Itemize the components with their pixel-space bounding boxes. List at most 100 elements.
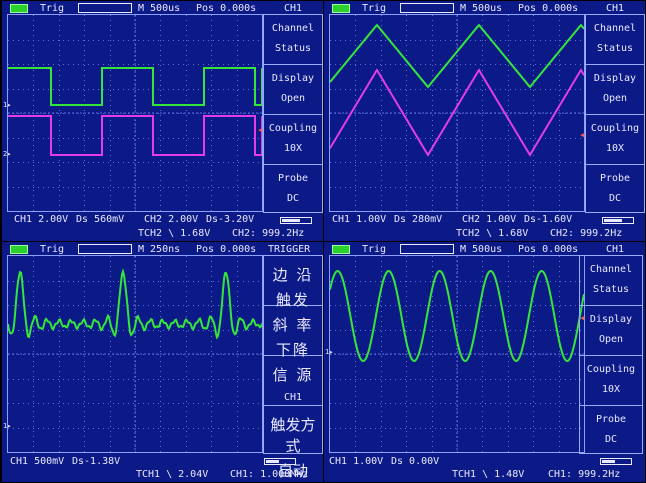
- menu-value: Status: [596, 43, 634, 54]
- battery-icon: [10, 245, 28, 254]
- frequency-readout: CH2: 999.2Hz: [232, 228, 305, 239]
- ch1-offset: Ds-1.38V: [72, 456, 121, 467]
- position: Pos 0.000s: [196, 3, 257, 14]
- battery-icon: [10, 4, 28, 13]
- ch1-scale: CH1 1.00V: [332, 214, 387, 225]
- side-menu: Channel Status Display Open Coupling 10X Pr…: [263, 14, 323, 213]
- menu-value: Status: [592, 284, 630, 295]
- menu-item-channel-status[interactable]: Channel Status: [264, 15, 322, 65]
- menu-item-coupling[interactable]: Coupling 10X: [586, 115, 644, 165]
- plot-area: [7, 255, 263, 453]
- trigger-info: TCH1 \ 2.04V: [136, 469, 209, 480]
- menu-item-probe[interactable]: Probe DC: [264, 165, 322, 212]
- frequency-readout: CH1: 999.2Hz: [548, 469, 621, 480]
- menu-value: Open: [598, 334, 624, 345]
- plot-area: [7, 14, 263, 212]
- ch1-scale: CH1 500mV: [10, 456, 65, 467]
- menu-item-display[interactable]: Display Open: [586, 65, 644, 115]
- menu-item-source[interactable]: 信 源 CH1: [264, 356, 322, 406]
- level-bar: [264, 458, 296, 465]
- ch1-marker: 1▸: [3, 101, 12, 109]
- menu-item-coupling[interactable]: Coupling 10X: [580, 356, 642, 406]
- waveform-display: [329, 15, 585, 211]
- ch1-scale: CH1 2.00V: [14, 214, 69, 225]
- scope-screen-2: Trig M 500us Pos 0.000s CH1 ◀ Channel Sta…: [324, 1, 645, 241]
- trigger-waveform-icon: [78, 244, 132, 254]
- menu-label: 边 沿: [272, 266, 314, 284]
- ch1-offset: Ds 560mV: [76, 214, 125, 225]
- level-bar: [600, 458, 632, 465]
- menu-value: DC: [608, 193, 622, 204]
- menu-item-probe[interactable]: Probe DC: [586, 165, 644, 212]
- menu-item-channel-status[interactable]: Channel Status: [580, 256, 642, 306]
- menu-channel-title: CH1: [606, 244, 625, 255]
- menu-value: Open: [602, 93, 628, 104]
- ch2-scale: CH2 1.00V: [462, 214, 517, 225]
- menu-item-trigger-mode[interactable]: 触发方式 自动: [264, 406, 322, 480]
- menu-value: DC: [604, 434, 618, 445]
- menu-label: Coupling: [268, 123, 318, 134]
- trigger-status: Trig: [40, 3, 65, 14]
- level-bar-fill: [266, 460, 279, 463]
- menu-value: 10X: [605, 143, 625, 154]
- position: Pos 0.000s: [196, 244, 257, 255]
- menu-label: Channel: [271, 23, 315, 34]
- battery-icon: [332, 245, 350, 254]
- position: Pos 0.000s: [518, 3, 579, 14]
- menu-label: Coupling: [586, 364, 636, 375]
- ch2-marker: 2▸: [3, 150, 12, 158]
- scope-screen-3: Trig M 250ns Pos 0.000s TRIGGER 1▸ 边 沿触发…: [2, 242, 323, 482]
- menu-item-display[interactable]: Display Open: [264, 65, 322, 115]
- trigger-level-marker: ◀: [580, 131, 585, 139]
- menu-label: Probe: [599, 173, 631, 184]
- menu-item-coupling[interactable]: Coupling 10X: [264, 115, 322, 165]
- ch1-marker: 1▸: [3, 422, 12, 430]
- menu-value: 10X: [283, 143, 303, 154]
- menu-channel-title: CH1: [284, 3, 303, 14]
- waveform-display: [329, 256, 585, 452]
- menu-item-probe[interactable]: Probe DC: [580, 406, 642, 453]
- menu-label: Channel: [593, 23, 637, 34]
- trigger-info: TCH2 \ 1.68V: [138, 228, 211, 239]
- frequency-readout: CH2: 999.2Hz: [550, 228, 623, 239]
- trigger-level-marker: ◀: [258, 126, 263, 134]
- trigger-waveform-icon: [400, 244, 454, 254]
- level-bar-fill: [282, 219, 300, 222]
- side-menu: 边 沿触发 斜 率下降 信 源 CH1 触发方式 自动: [263, 255, 323, 480]
- trigger-info: TCH1 \ 1.48V: [452, 469, 525, 480]
- menu-label: Display: [593, 73, 637, 84]
- menu-value: DC: [286, 193, 300, 204]
- menu-channel-title: CH1: [606, 3, 625, 14]
- menu-item-display[interactable]: Display Open: [580, 306, 642, 356]
- timebase: M 500us: [460, 3, 503, 14]
- menu-label: Channel: [589, 264, 633, 275]
- battery-icon: [332, 4, 350, 13]
- timebase: M 500us: [460, 244, 503, 255]
- menu-value: CH1: [283, 392, 303, 403]
- ch2-offset: Ds-1.60V: [524, 214, 573, 225]
- menu-label: 斜 率: [272, 316, 314, 334]
- ch1-offset: Ds 280mV: [394, 214, 443, 225]
- scope-screen-1: Trig M 500us Pos 0.000s CH1 1▸ 2▸ ◀ Chan…: [2, 1, 323, 241]
- trigger-waveform-icon: [400, 3, 454, 13]
- plot-area: [329, 14, 585, 212]
- level-bar: [280, 217, 312, 224]
- level-bar-fill: [602, 460, 615, 463]
- menu-item-trigger-type[interactable]: 边 沿触发: [264, 256, 322, 309]
- menu-label: Display: [271, 73, 315, 84]
- level-bar: [602, 217, 634, 224]
- scope-screen-4: Trig M 500us Pos 0.000s CH1 1▸ ◀ Channel…: [324, 242, 645, 482]
- timebase: M 500us: [138, 3, 181, 14]
- menu-channel-title: TRIGGER: [268, 244, 311, 255]
- menu-item-slope[interactable]: 斜 率下降: [264, 306, 322, 359]
- timebase: M 250ns: [138, 244, 181, 255]
- position: Pos 0.000s: [518, 244, 579, 255]
- level-bar-fill: [604, 219, 622, 222]
- side-menu: Channel Status Display Open Coupling 10X Pr…: [579, 255, 643, 454]
- ch1-scale: CH1 1.00V: [329, 456, 384, 467]
- menu-value: 10X: [601, 384, 621, 395]
- menu-value: Open: [280, 93, 306, 104]
- menu-item-channel-status[interactable]: Channel Status: [586, 15, 644, 65]
- trigger-status: Trig: [362, 244, 387, 255]
- trigger-status: Trig: [40, 244, 65, 255]
